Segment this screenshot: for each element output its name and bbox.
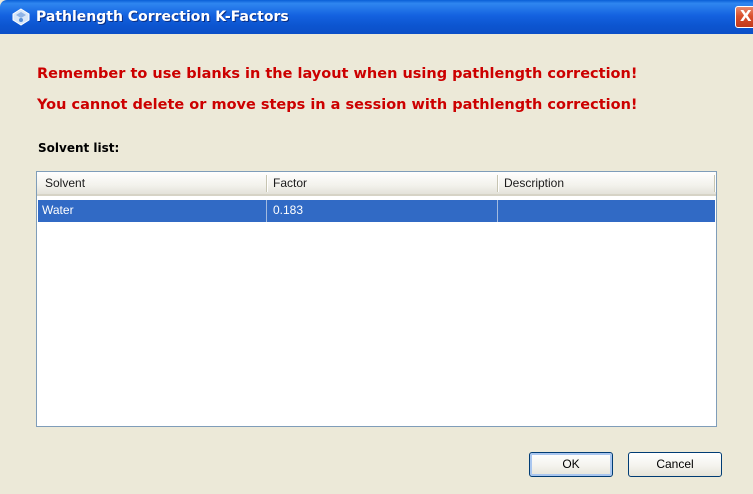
column-header-solvent[interactable]: Solvent	[45, 176, 85, 190]
ok-button[interactable]: OK	[529, 452, 613, 477]
column-divider[interactable]	[714, 175, 715, 192]
cell-factor: 0.183	[273, 203, 304, 217]
title-bar[interactable]: Pathlength Correction K-Factors X	[0, 0, 753, 34]
table-row[interactable]: Water 0.183	[38, 200, 715, 222]
solvent-list-label: Solvent list:	[38, 141, 120, 155]
column-header-description[interactable]: Description	[504, 176, 564, 190]
warning-steps: You cannot delete or move steps in a ses…	[37, 97, 638, 113]
cancel-button[interactable]: Cancel	[628, 452, 722, 477]
dialog-window: Pathlength Correction K-Factors X Rememb…	[0, 0, 753, 494]
close-button[interactable]: X	[735, 6, 753, 28]
window-title: Pathlength Correction K-Factors	[36, 9, 289, 25]
cell-solvent: Water	[42, 203, 74, 217]
cell-divider	[266, 200, 267, 222]
solvent-list[interactable]: Solvent Factor Description Water 0.183	[36, 171, 717, 427]
column-divider[interactable]	[497, 175, 498, 192]
close-icon: X	[740, 7, 752, 25]
list-header: Solvent Factor Description	[37, 172, 716, 196]
column-header-factor[interactable]: Factor	[273, 176, 307, 190]
app-icon	[12, 8, 30, 26]
warning-blanks: Remember to use blanks in the layout whe…	[37, 66, 638, 82]
cell-divider	[497, 200, 498, 222]
column-divider[interactable]	[266, 175, 267, 192]
